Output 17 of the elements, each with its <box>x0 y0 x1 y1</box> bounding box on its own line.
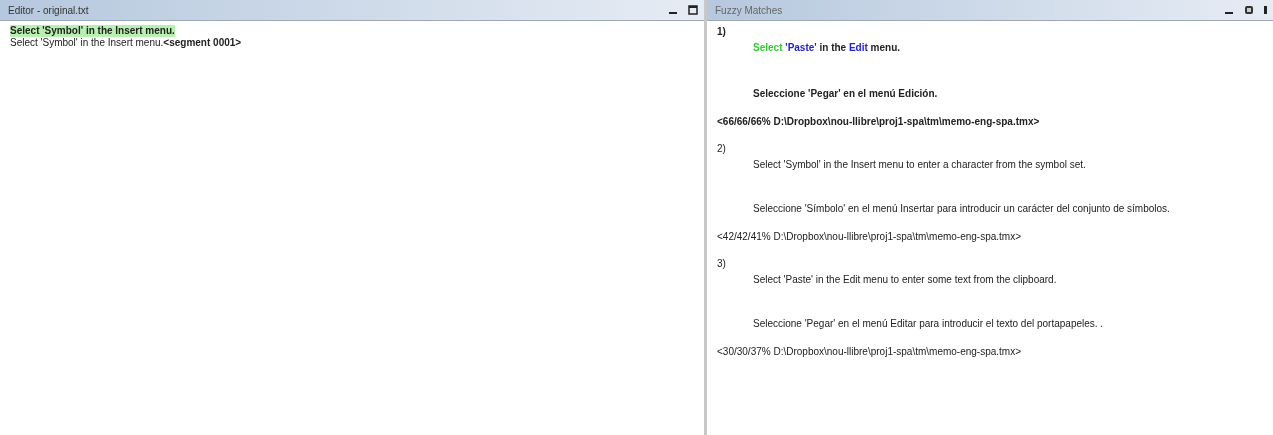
match-source: Select 'Paste' in the Edit menu to enter some text from the clipboard. <box>752 273 1058 287</box>
pane-title: Fuzzy Matches <box>715 4 783 16</box>
match-source: Select 'Symbol' in the Insert menu to enter a character from the symbol set. <box>752 158 1087 172</box>
match-source: Select 'Paste' in the Edit menu. <box>752 41 902 55</box>
restore-icon[interactable] <box>1244 5 1254 15</box>
match-origin: <66/66/66% D:\Dropbox\nou-llibre\proj1-spa\tm\memo-eng-spa.tmx> <box>717 115 1041 129</box>
match-target: Seleccione 'Pegar' en el menú Edición. <box>752 87 939 101</box>
match-origin: <42/42/41% D:\Dropbox\nou-llibre\proj1-spa\tm\memo-eng-spa.tmx> <box>717 230 1023 244</box>
match-number: 2) <box>717 142 727 156</box>
editor-line[interactable]: Select 'Symbol' in the Insert menu.<segment 0001> <box>10 37 242 49</box>
pane-title: Editor - original.txt <box>8 4 89 16</box>
maximize-icon[interactable] <box>688 5 698 15</box>
match-target: Seleccione 'Símbolo' en el menú Insertar para introducir un carácter del conjunto de símbolos. <box>752 202 1171 216</box>
match-number: 1) <box>717 25 727 39</box>
match-target: Seleccione 'Pegar' en el menú Editar para introducir el texto del portapapeles. . <box>752 317 1105 331</box>
match-origin: <30/30/37% D:\Dropbox\nou-llibre\proj1-spa\tm\memo-eng-spa.tmx> <box>717 345 1023 359</box>
match-number: 3) <box>717 257 727 271</box>
